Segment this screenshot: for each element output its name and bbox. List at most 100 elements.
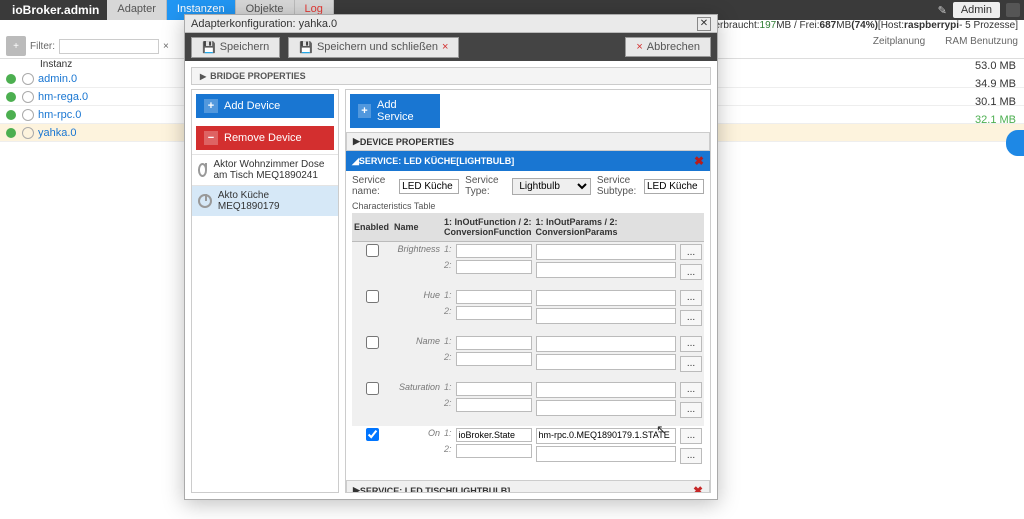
cancel-x-icon: × — [636, 41, 642, 53]
inout-param-2[interactable] — [536, 354, 677, 370]
instance-gear-icon[interactable] — [22, 109, 34, 121]
pencil-icon[interactable]: ✎ — [938, 4, 947, 17]
device-item[interactable]: Aktor Wohnzimmer Dose am Tisch MEQ189024… — [192, 154, 338, 185]
inout-param-1[interactable] — [536, 290, 677, 306]
enabled-checkbox[interactable] — [366, 382, 379, 395]
inout-param-2[interactable] — [536, 446, 677, 462]
more-button[interactable]: ... — [680, 244, 702, 260]
cancel-button[interactable]: × Abbrechen — [625, 37, 711, 57]
add-service-button[interactable]: + Add Service — [350, 94, 440, 128]
inout-fn-2[interactable] — [456, 260, 532, 274]
instance-name[interactable]: hm-rega.0 — [38, 91, 88, 103]
status-dot-icon — [6, 128, 16, 138]
instance-gear-icon[interactable] — [22, 91, 34, 103]
char-row: Name1:2:...... — [352, 334, 704, 380]
inout-param-1[interactable]: hm-rpc.0.MEQ1890179.1.STATE — [536, 428, 677, 444]
device-props-label: DEVICE PROPERTIES — [360, 137, 454, 147]
service-accordion-closed[interactable]: ▶ SERVICE: LED TISCH[LIGHTBULB] ✖ — [346, 480, 710, 494]
enabled-checkbox[interactable] — [366, 290, 379, 303]
th-inout: 1: InOutFunction / 2: ConversionFunction — [442, 213, 534, 242]
dialog-toolbar: 💾 Speichern 💾 Speichern und schließen × … — [185, 33, 717, 61]
chat-bubble-icon[interactable] — [1006, 130, 1024, 156]
inout-fn-2[interactable] — [456, 306, 532, 320]
svc-type-label: Service Type: — [465, 175, 506, 197]
instance-name[interactable]: yahka.0 — [38, 127, 77, 139]
save-close-button[interactable]: 💾 Speichern und schließen × — [288, 37, 459, 58]
ram-mb2: MB — [836, 20, 851, 34]
inout-param-2[interactable] — [536, 400, 677, 416]
inout-fn-2[interactable] — [456, 352, 532, 366]
inout-fn-2[interactable] — [456, 398, 532, 412]
enabled-checkbox[interactable] — [366, 244, 379, 257]
service-accordion-open[interactable]: ◢ SERVICE: LED KÜCHE[LIGHTBULB] ✖ — [346, 151, 710, 171]
gear-icon[interactable] — [1006, 3, 1020, 17]
triangle-down-icon: ◢ — [352, 156, 359, 167]
more-button[interactable]: ... — [680, 310, 702, 326]
more-button[interactable]: ... — [680, 290, 702, 306]
bridge-label: BRIDGE PROPERTIES — [210, 71, 306, 81]
delete-service-icon[interactable]: ✖ — [693, 484, 703, 494]
more-button[interactable]: ... — [680, 448, 702, 464]
inout-fn-1[interactable] — [456, 428, 532, 442]
instanz-header: Instanz — [0, 59, 190, 70]
device-item[interactable]: Akto Küche MEQ1890179 — [192, 185, 338, 216]
more-button[interactable]: ... — [680, 402, 702, 418]
svc-name-label: Service name: — [352, 175, 393, 197]
inout-fn-1[interactable] — [456, 382, 532, 396]
row-2-label: 2: — [444, 444, 454, 458]
more-button[interactable]: ... — [680, 356, 702, 372]
power-icon — [198, 194, 212, 208]
enabled-checkbox[interactable] — [366, 428, 379, 441]
save-button[interactable]: 💾 Speichern — [191, 37, 280, 58]
more-button[interactable]: ... — [680, 428, 702, 444]
more-button[interactable]: ... — [680, 264, 702, 280]
col-zeitplanung: Zeitplanung — [873, 36, 925, 56]
inout-fn-1[interactable] — [456, 290, 532, 304]
inout-fn-2[interactable] — [456, 444, 532, 458]
instance-name[interactable]: admin.0 — [38, 73, 77, 85]
tab-adapter[interactable]: Adapter — [107, 0, 167, 20]
bridge-properties-accordion[interactable]: ▶ BRIDGE PROPERTIES — [191, 67, 711, 85]
more-button[interactable]: ... — [680, 336, 702, 352]
row-2-label: 2: — [444, 306, 454, 320]
char-row: Hue1:2:...... — [352, 288, 704, 334]
service-panel: + Add Service ▶ DEVICE PROPERTIES ◢ SERV… — [345, 89, 711, 493]
char-name: On — [392, 426, 442, 472]
row-1-label: 1: — [444, 382, 454, 396]
add-device-button[interactable]: + Add Device — [196, 94, 334, 118]
enabled-checkbox[interactable] — [366, 336, 379, 349]
ram-mb1: MB / Frei: — [776, 20, 819, 34]
close-icon[interactable]: ✕ — [697, 17, 711, 31]
inout-param-1[interactable] — [536, 336, 677, 352]
instance-gear-icon[interactable] — [22, 127, 34, 139]
inout-param-2[interactable] — [536, 262, 677, 278]
inout-param-2[interactable] — [536, 308, 677, 324]
ram-cell: 30.1 MB — [926, 96, 1016, 108]
service2-title: SERVICE: LED TISCH[LIGHTBULB] — [360, 486, 510, 494]
inout-fn-1[interactable] — [456, 336, 532, 350]
more-button[interactable]: ... — [680, 382, 702, 398]
remove-device-button[interactable]: − Remove Device — [196, 126, 334, 150]
svc-type-select[interactable]: Lightbulb — [512, 178, 591, 195]
inout-param-1[interactable] — [536, 382, 677, 398]
add-instance-icon[interactable]: + — [6, 36, 26, 56]
instance-gear-icon[interactable] — [22, 73, 34, 85]
save-close-label: Speichern und schließen — [317, 41, 438, 53]
svc-subtype-input[interactable] — [644, 179, 704, 194]
inout-param-1[interactable] — [536, 244, 677, 260]
filter-clear-icon[interactable]: × — [163, 41, 169, 52]
row-2-label: 2: — [444, 398, 454, 412]
row-1-label: 1: — [444, 290, 454, 304]
row-2-label: 2: — [444, 352, 454, 366]
device-props-accordion[interactable]: ▶ DEVICE PROPERTIES — [346, 132, 710, 151]
inout-fn-1[interactable] — [456, 244, 532, 258]
triangle-right-icon: ▶ — [200, 72, 206, 81]
filter-input[interactable] — [59, 39, 159, 54]
dialog-titlebar[interactable]: Adapterkonfiguration: yahka.0 ✕ — [185, 15, 717, 33]
triangle-right-icon: ▶ — [353, 136, 360, 147]
delete-service-icon[interactable]: ✖ — [694, 154, 704, 168]
svc-name-input[interactable] — [399, 179, 459, 194]
instance-name[interactable]: hm-rpc.0 — [38, 109, 81, 121]
admin-chip[interactable]: Admin — [953, 2, 1000, 18]
char-name: Saturation — [392, 380, 442, 426]
